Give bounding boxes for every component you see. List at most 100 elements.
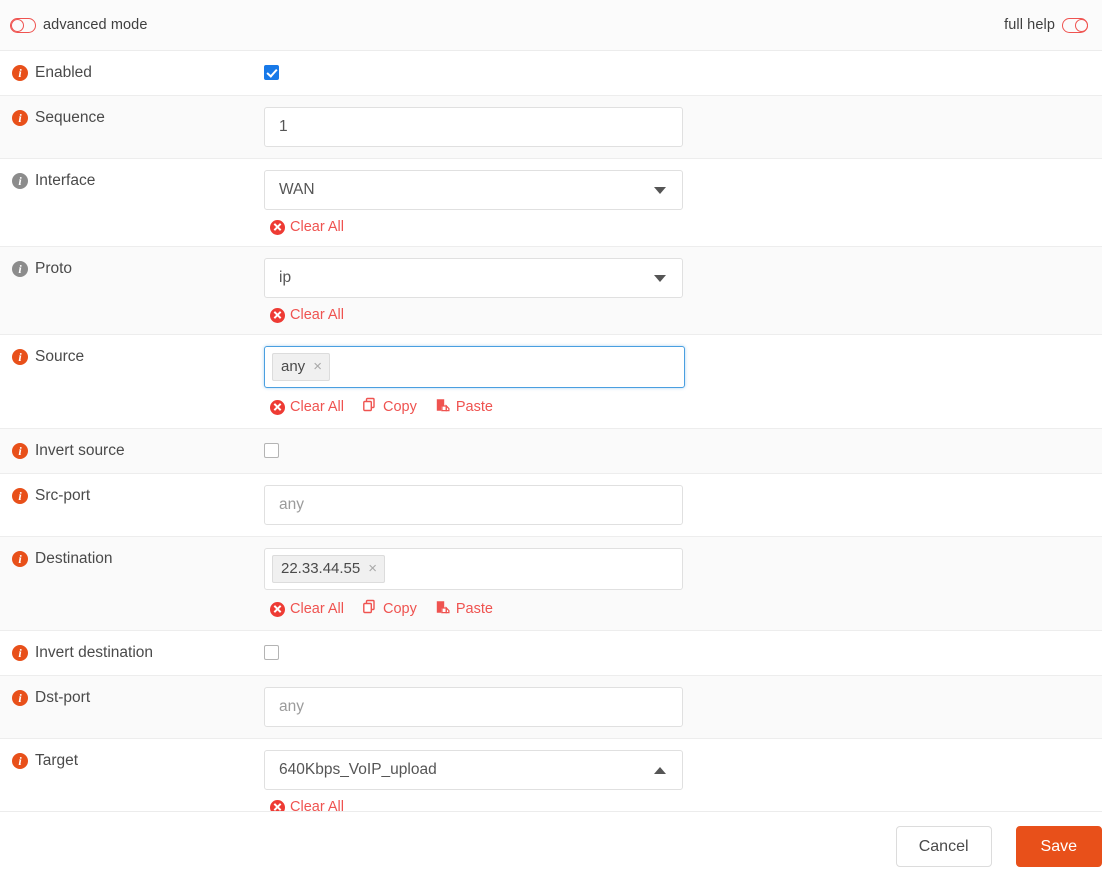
field-label-sequence: Sequence — [35, 109, 105, 126]
destination-clear-all-button[interactable]: Clear All — [270, 601, 344, 617]
value-cell-invert-source — [252, 429, 1102, 469]
field-label-interface: Interface — [35, 172, 96, 189]
enabled-checkbox[interactable] — [264, 65, 279, 80]
row-invert-destination: i Invert destination — [0, 631, 1102, 676]
value-cell-invert-destination — [252, 631, 1102, 671]
field-label-invert-destination: Invert destination — [35, 644, 154, 661]
clear-all-label: Clear All — [290, 219, 344, 235]
chevron-down-icon[interactable] — [654, 186, 666, 194]
info-icon[interactable]: i — [12, 488, 28, 504]
top-toolbar: advanced mode full help — [0, 0, 1102, 51]
paste-label: Paste — [455, 601, 493, 617]
info-icon[interactable]: i — [12, 753, 28, 769]
row-source: i Source any × Clear All Copy Paste — [0, 335, 1102, 429]
clear-all-label: Clear All — [290, 307, 344, 323]
clear-icon — [270, 219, 285, 235]
advanced-mode-label: advanced mode — [43, 17, 148, 33]
src-port-input[interactable]: any — [264, 485, 683, 525]
invert-source-checkbox[interactable] — [264, 443, 279, 458]
info-icon[interactable]: i — [12, 443, 28, 459]
destination-paste-button[interactable]: Paste — [435, 599, 493, 619]
info-icon[interactable]: i — [12, 690, 28, 706]
clear-all-label: Clear All — [290, 399, 344, 415]
clear-all-label: Clear All — [290, 601, 344, 617]
chevron-up-icon[interactable] — [654, 766, 666, 774]
source-token-label: any — [281, 358, 306, 375]
dst-port-input[interactable]: any — [264, 687, 683, 727]
dialog-footer: Cancel Save — [0, 811, 1102, 880]
clear-icon — [270, 399, 285, 415]
full-help-toggle-group[interactable]: full help — [1004, 17, 1088, 33]
settings-form: i Enabled i Sequence 1 i Interface WAN C… — [0, 51, 1102, 880]
proto-actions: Clear All — [264, 307, 344, 323]
value-cell-interface: WAN Clear All — [252, 159, 1102, 246]
proto-clear-all-button[interactable]: Clear All — [270, 307, 344, 323]
sequence-input[interactable]: 1 — [264, 107, 683, 147]
remove-token-icon[interactable]: × — [368, 561, 377, 576]
info-icon[interactable]: i — [12, 261, 28, 277]
label-cell-source: i Source — [0, 335, 252, 379]
info-icon[interactable]: i — [12, 645, 28, 661]
target-select[interactable]: 640Kbps_VoIP_upload — [264, 750, 683, 790]
field-label-source: Source — [35, 348, 85, 365]
source-copy-button[interactable]: Copy — [362, 397, 417, 417]
info-icon[interactable]: i — [12, 349, 28, 365]
label-cell-enabled: i Enabled — [0, 51, 252, 95]
copy-label: Copy — [383, 399, 417, 415]
copy-label: Copy — [383, 601, 417, 617]
value-cell-sequence: 1 — [252, 96, 1102, 158]
destination-copy-button[interactable]: Copy — [362, 599, 417, 619]
target-selected-value: 640Kbps_VoIP_upload — [279, 761, 437, 778]
field-label-destination: Destination — [35, 550, 113, 567]
source-token-input[interactable]: any × — [264, 346, 685, 388]
value-cell-destination: 22.33.44.55 × Clear All Copy Paste — [252, 537, 1102, 630]
cancel-button[interactable]: Cancel — [895, 825, 992, 867]
label-cell-src-port: i Src-port — [0, 474, 252, 518]
source-token[interactable]: any × — [272, 353, 330, 381]
row-sequence: i Sequence 1 — [0, 96, 1102, 159]
row-interface: i Interface WAN Clear All — [0, 159, 1102, 247]
source-paste-button[interactable]: Paste — [435, 397, 493, 417]
field-label-src-port: Src-port — [35, 487, 91, 504]
paste-icon — [435, 397, 451, 417]
field-label-invert-source: Invert source — [35, 442, 125, 459]
advanced-mode-toggle-icon[interactable] — [10, 17, 36, 33]
save-button[interactable]: Save — [1015, 825, 1102, 867]
info-icon[interactable]: i — [12, 551, 28, 567]
proto-selected-value: ip — [279, 269, 292, 286]
remove-token-icon[interactable]: × — [313, 359, 322, 374]
row-src-port: i Src-port any — [0, 474, 1102, 537]
destination-actions: Clear All Copy Paste — [264, 599, 493, 619]
proto-select[interactable]: ip — [264, 258, 683, 298]
field-label-proto: Proto — [35, 260, 73, 277]
info-icon[interactable]: i — [12, 65, 28, 81]
advanced-mode-toggle-group[interactable]: advanced mode — [10, 17, 148, 33]
full-help-toggle-icon[interactable] — [1062, 17, 1088, 33]
value-cell-enabled — [252, 51, 1102, 91]
field-label-enabled: Enabled — [35, 64, 92, 81]
copy-icon — [362, 397, 378, 417]
full-help-label: full help — [1004, 17, 1055, 33]
invert-destination-checkbox[interactable] — [264, 645, 279, 660]
paste-icon — [435, 599, 451, 619]
paste-label: Paste — [455, 399, 493, 415]
source-clear-all-button[interactable]: Clear All — [270, 399, 344, 415]
source-actions: Clear All Copy Paste — [264, 397, 493, 417]
row-dst-port: i Dst-port any — [0, 676, 1102, 739]
clear-icon — [270, 307, 285, 323]
label-cell-sequence: i Sequence — [0, 96, 252, 140]
value-cell-src-port: any — [252, 474, 1102, 536]
interface-select[interactable]: WAN — [264, 170, 683, 210]
row-proto: i Proto ip Clear All — [0, 247, 1102, 335]
destination-token-label: 22.33.44.55 — [281, 560, 361, 577]
value-cell-dst-port: any — [252, 676, 1102, 738]
destination-token[interactable]: 22.33.44.55 × — [272, 555, 386, 583]
info-icon[interactable]: i — [12, 173, 28, 189]
row-enabled: i Enabled — [0, 51, 1102, 96]
clear-icon — [270, 601, 285, 617]
destination-token-input[interactable]: 22.33.44.55 × — [264, 548, 683, 590]
interface-clear-all-button[interactable]: Clear All — [270, 219, 344, 235]
chevron-down-icon[interactable] — [654, 274, 666, 282]
info-icon[interactable]: i — [12, 110, 28, 126]
dialog-page: advanced mode full help i Enabled i Sequ… — [0, 0, 1102, 880]
